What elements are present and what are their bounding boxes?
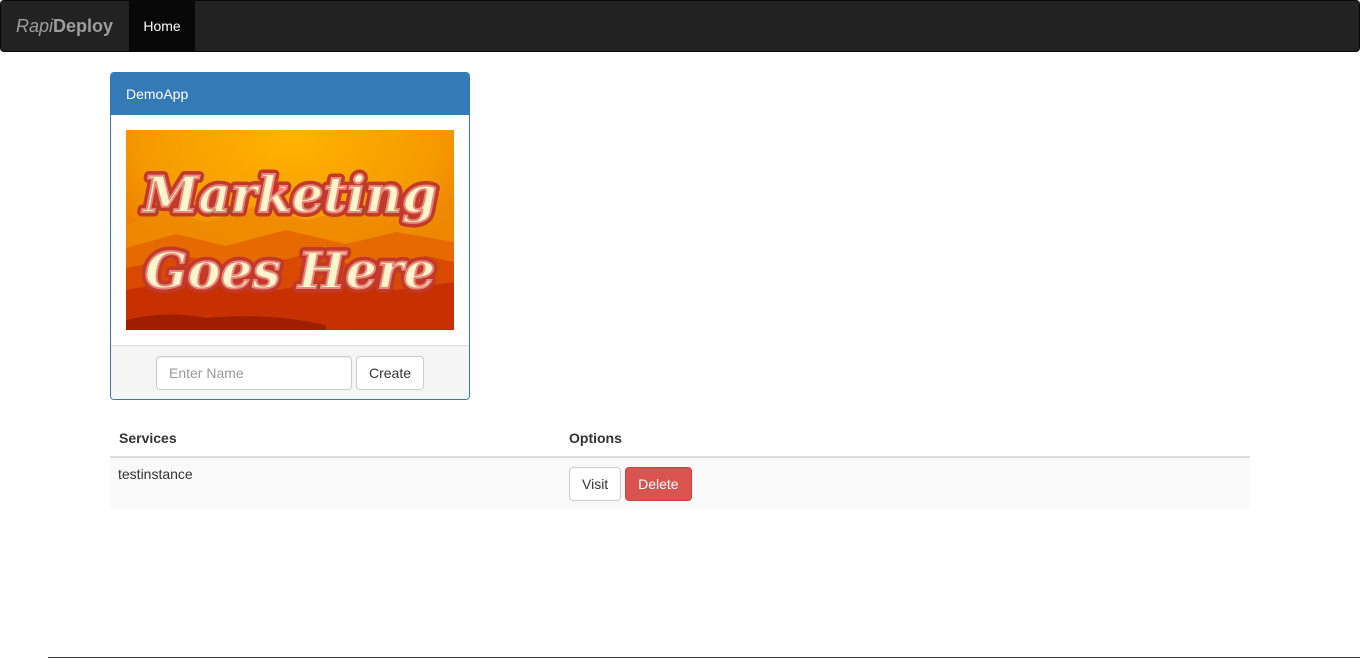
top-navbar: Rapi Deploy Home <box>0 0 1360 52</box>
table-header-row: Services Options <box>110 420 1250 458</box>
brand-logo[interactable]: Rapi Deploy <box>1 1 129 51</box>
options-cell: Visit Delete <box>560 457 1250 509</box>
services-table: Services Options testinstance Visit Dele… <box>110 420 1250 509</box>
brand-name-part1: Rapi <box>16 15 54 36</box>
app-panel-body: Marketing Marketing Goes Here Goes Here <box>111 115 469 345</box>
marketing-text-line1: Marketing <box>141 165 437 224</box>
options-column-header: Options <box>560 420 1250 458</box>
nav-item-home[interactable]: Home <box>129 1 195 51</box>
brand-name-part2: Deploy <box>53 15 114 36</box>
marketing-text-line2: Goes Here <box>145 241 436 300</box>
visit-button[interactable]: Visit <box>569 467 622 501</box>
delete-button[interactable]: Delete <box>625 467 692 501</box>
app-panel: DemoApp Marketing Marketing Goes Here Go… <box>110 72 470 400</box>
app-panel-title: DemoApp <box>111 73 469 115</box>
service-name-cell: testinstance <box>110 457 560 509</box>
marketing-image: Marketing Marketing Goes Here Goes Here <box>126 130 454 330</box>
table-row: testinstance Visit Delete <box>110 457 1250 509</box>
instance-name-input[interactable] <box>155 356 352 390</box>
app-panel-footer: Create <box>111 345 469 399</box>
services-column-header: Services <box>110 420 560 458</box>
create-button[interactable]: Create <box>355 356 425 390</box>
